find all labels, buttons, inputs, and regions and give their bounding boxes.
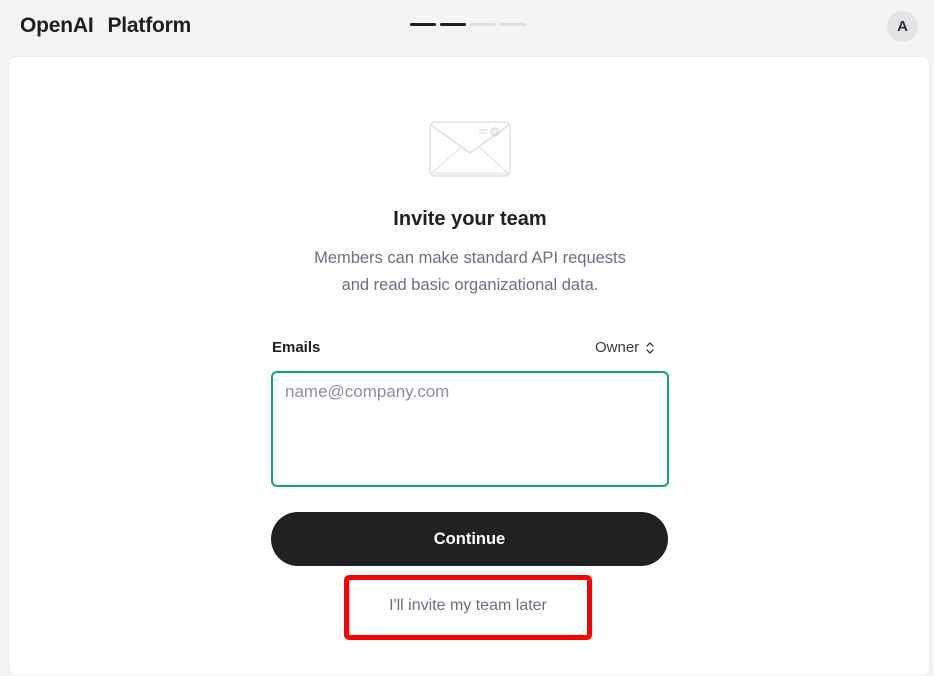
role-select[interactable]: Owner [595,339,655,356]
progress-step-4 [500,23,526,26]
chevron-up-down-icon [646,341,654,354]
subtitle-line-1: Members can make standard API requests [314,249,626,267]
top-bar: OpenAI Platform A [0,0,934,55]
progress-step-2 [440,23,466,26]
invite-card: Invite your team Members can make standa… [8,56,930,676]
progress-step-1 [410,23,436,26]
envelope-icon [429,121,511,177]
continue-button[interactable]: Continue [271,512,668,566]
progress-step-3 [470,23,496,26]
avatar[interactable]: A [887,11,918,42]
brand-product: Platform [107,14,192,37]
emails-label: Emails [272,339,321,356]
invite-later-link[interactable]: I'll invite my team later [349,597,587,615]
page-subtitle: Members can make standard API requests a… [9,245,931,299]
brand-name: OpenAI [20,14,94,37]
role-select-value: Owner [595,339,640,356]
brand-logo[interactable]: OpenAI Platform [20,14,191,38]
emails-input[interactable] [271,371,669,487]
subtitle-line-2: and read basic organizational data. [341,276,599,294]
page-title: Invite your team [393,208,547,230]
onboarding-progress [410,23,526,26]
